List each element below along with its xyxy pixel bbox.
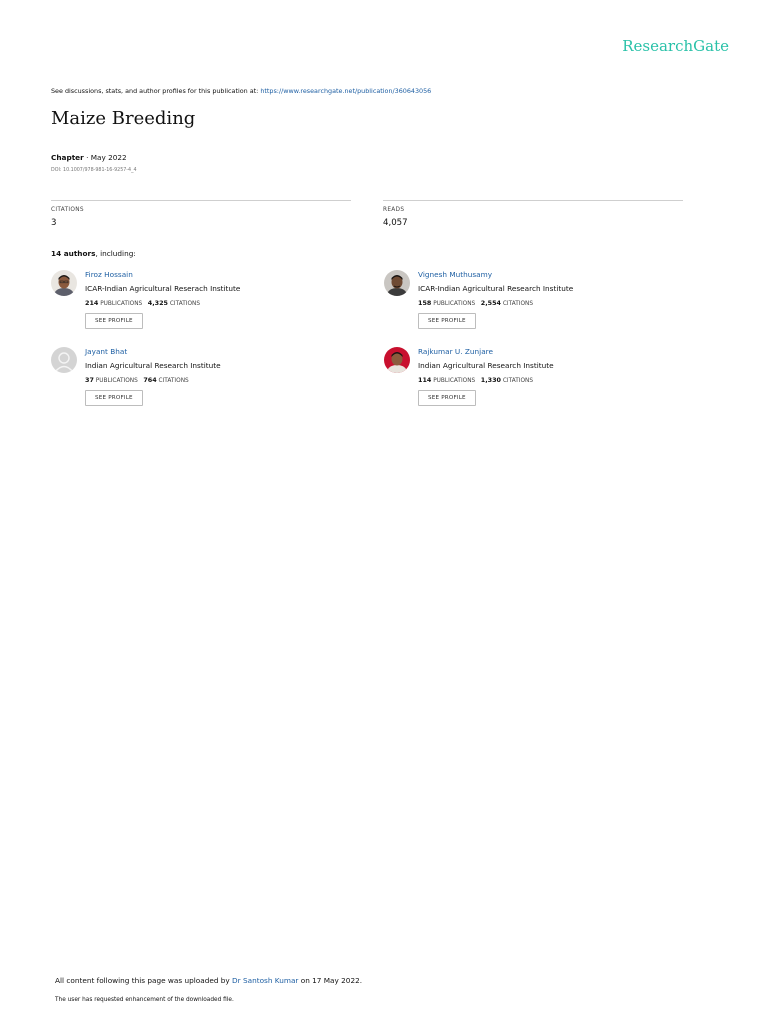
author-card: Rajkumar U. Zunjare Indian Agricultural …: [384, 347, 684, 409]
upload-notice: All content following this page was uplo…: [55, 976, 362, 985]
author-stats: 37 PUBLICATIONS 764 CITATIONS: [85, 376, 221, 384]
document-meta: Chapter · May 2022: [51, 153, 127, 162]
author-publications-count: 37: [85, 376, 94, 384]
author-info: Jayant Bhat Indian Agricultural Research…: [85, 347, 221, 406]
author-publications-count: 114: [418, 376, 432, 384]
avatar[interactable]: [384, 347, 410, 373]
avatar[interactable]: [384, 270, 410, 296]
author-card: Jayant Bhat Indian Agricultural Research…: [51, 347, 351, 409]
author-institution: Indian Agricultural Research Institute: [85, 361, 221, 370]
author-citations-label: CITATIONS: [502, 301, 534, 307]
authors-heading-suffix: , including:: [95, 249, 136, 258]
author-citations-count: 764: [143, 376, 157, 384]
author-stats: 114 PUBLICATIONS 1,330 CITATIONS: [418, 376, 554, 384]
avatar[interactable]: [51, 270, 77, 296]
researchgate-logo[interactable]: ResearchGate: [622, 37, 729, 55]
citations-label: CITATIONS: [51, 207, 84, 213]
see-profile-button[interactable]: SEE PROFILE: [418, 390, 476, 406]
upload-notice-prefix: All content following this page was uplo…: [55, 976, 233, 985]
see-profile-button[interactable]: SEE PROFILE: [418, 313, 476, 329]
author-name[interactable]: Vignesh Muthusamy: [418, 270, 573, 279]
author-citations-count: 1,330: [480, 376, 501, 384]
author-institution: ICAR-Indian Agricultural Reserach Instit…: [85, 284, 241, 293]
citations-stat: CITATIONS 3: [51, 200, 351, 228]
upload-notice-suffix: on 17 May 2022.: [298, 976, 363, 985]
author-publications-label: PUBLICATIONS: [433, 378, 476, 384]
see-profile-button[interactable]: SEE PROFILE: [85, 390, 143, 406]
authors-heading: 14 authors, including:: [51, 249, 136, 258]
author-stats: 158 PUBLICATIONS 2,554 CITATIONS: [418, 299, 573, 307]
author-info: Firoz Hossain ICAR-Indian Agricultural R…: [85, 270, 240, 329]
see-profile-button[interactable]: SEE PROFILE: [85, 313, 143, 329]
enhancement-note: The user has requested enhancement of th…: [55, 997, 234, 1003]
uploader-link[interactable]: Dr Santosh Kumar: [232, 976, 298, 985]
document-title: Maize Breeding: [51, 108, 196, 129]
document-type: Chapter: [51, 153, 84, 162]
document-doi: DOI: 10.1007/978-981-16-9257-4_4: [51, 168, 137, 173]
author-publications-label: PUBLICATIONS: [95, 378, 138, 384]
author-publications-label: PUBLICATIONS: [433, 301, 476, 307]
publication-link[interactable]: https://www.researchgate.net/publication…: [260, 87, 431, 95]
reads-value: 4,057: [383, 218, 408, 228]
authors-count: 14 authors: [51, 249, 96, 258]
author-institution: Indian Agricultural Research Institute: [418, 361, 554, 370]
author-citations-label: CITATIONS: [502, 378, 534, 384]
citations-value: 3: [51, 218, 57, 228]
author-card: Vignesh Muthusamy ICAR-Indian Agricultur…: [384, 270, 684, 332]
author-name[interactable]: Jayant Bhat: [85, 347, 221, 356]
reads-stat: READS 4,057: [383, 200, 683, 228]
author-citations-count: 2,554: [480, 299, 501, 307]
author-citations-label: CITATIONS: [158, 378, 189, 384]
author-stats: 214 PUBLICATIONS 4,325 CITATIONS: [85, 299, 240, 307]
author-info: Vignesh Muthusamy ICAR-Indian Agricultur…: [418, 270, 573, 329]
author-publications-count: 158: [418, 299, 432, 307]
document-date: · May 2022: [86, 153, 127, 162]
default-avatar-icon[interactable]: [51, 347, 77, 373]
publication-link-prefix: See discussions, stats, and author profi…: [51, 87, 261, 95]
author-info: Rajkumar U. Zunjare Indian Agricultural …: [418, 347, 554, 406]
author-citations-label: CITATIONS: [169, 301, 201, 307]
author-card: Firoz Hossain ICAR-Indian Agricultural R…: [51, 270, 351, 332]
author-citations-count: 4,325: [147, 299, 168, 307]
reads-label: READS: [383, 207, 405, 213]
author-publications-label: PUBLICATIONS: [100, 301, 143, 307]
author-name[interactable]: Rajkumar U. Zunjare: [418, 347, 554, 356]
publication-link-line: See discussions, stats, and author profi…: [51, 87, 431, 95]
author-publications-count: 214: [85, 299, 99, 307]
author-name[interactable]: Firoz Hossain: [85, 270, 240, 279]
author-institution: ICAR-Indian Agricultural Research Instit…: [418, 284, 574, 293]
